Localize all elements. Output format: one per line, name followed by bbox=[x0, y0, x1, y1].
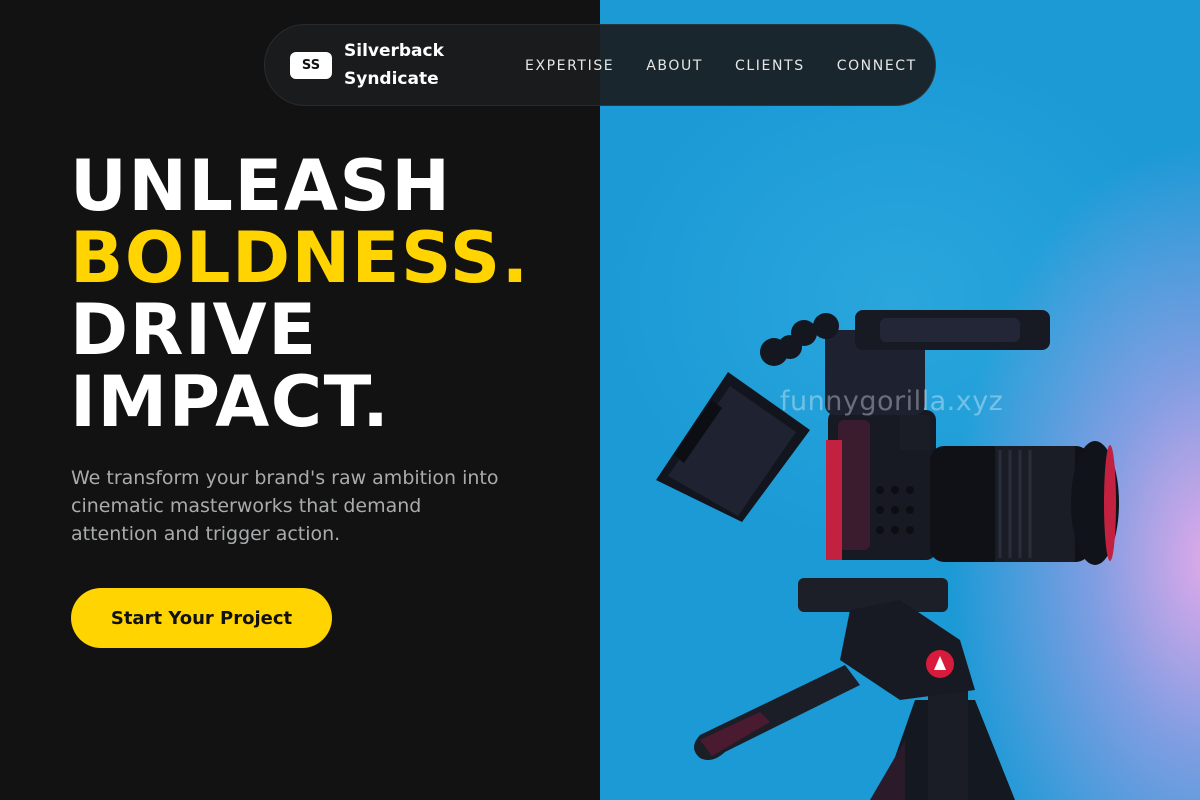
brand-name[interactable]: Silverback Syndicate bbox=[344, 37, 474, 93]
headline-line-4: IMPACT. bbox=[70, 361, 391, 443]
nav-link-clients[interactable]: CLIENTS bbox=[735, 58, 805, 74]
nav-link-expertise[interactable]: EXPERTISE bbox=[525, 58, 614, 74]
nav-links: EXPERTISE ABOUT CLIENTS CONNECT bbox=[525, 25, 917, 107]
hero-subtext: We transform your brand's raw ambition i… bbox=[71, 467, 499, 545]
start-project-button[interactable]: Start Your Project bbox=[71, 588, 332, 648]
logo-badge[interactable]: SS bbox=[290, 52, 332, 79]
headline-line-2-accent: BOLDNESS. bbox=[70, 217, 530, 299]
hero-headline: UNLEASH BOLDNESS. DRIVE IMPACT. bbox=[70, 150, 530, 438]
nav-link-connect[interactable]: CONNECT bbox=[837, 58, 917, 74]
nav-link-about[interactable]: ABOUT bbox=[646, 58, 703, 74]
headline-line-3: DRIVE bbox=[70, 289, 318, 371]
headline-line-1: UNLEASH bbox=[70, 145, 452, 227]
top-navbar: SS Silverback Syndicate EXPERTISE ABOUT … bbox=[264, 24, 936, 106]
watermark-text: funnygorilla.xyz bbox=[780, 386, 1004, 417]
